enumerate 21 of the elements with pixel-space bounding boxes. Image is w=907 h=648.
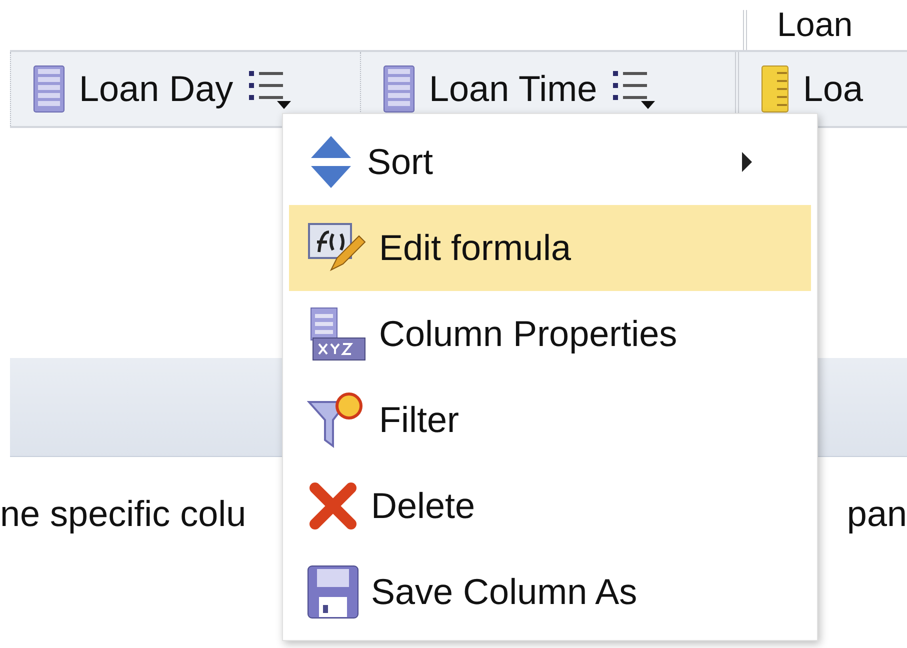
menu-item[interactable]: Sort: [289, 119, 811, 205]
column-label: Loan: [777, 10, 853, 42]
formula-pencil-icon: [307, 222, 367, 274]
table-icon: [33, 65, 65, 113]
menu-item[interactable]: Save Column As: [289, 549, 811, 635]
menu-item[interactable]: Filter: [289, 377, 811, 463]
body-text: pan: [846, 493, 907, 535]
list-menu-icon[interactable]: [611, 68, 658, 110]
body-text: ne specific colu: [0, 493, 246, 535]
menu-item[interactable]: Edit formula: [289, 205, 811, 291]
ruler-icon: [761, 65, 789, 113]
menu-item[interactable]: Column Properties: [289, 291, 811, 377]
menu-item[interactable]: Delete: [289, 463, 811, 549]
column-label[interactable]: Loan Time: [429, 68, 598, 110]
table-icon: [383, 65, 415, 113]
save-icon: [307, 565, 359, 619]
delete-icon: [307, 480, 359, 532]
list-menu-icon[interactable]: [247, 68, 294, 110]
column-label[interactable]: Loan Day: [79, 68, 234, 110]
column-label[interactable]: Loa: [803, 68, 864, 110]
submenu-arrow-icon: [741, 151, 753, 173]
